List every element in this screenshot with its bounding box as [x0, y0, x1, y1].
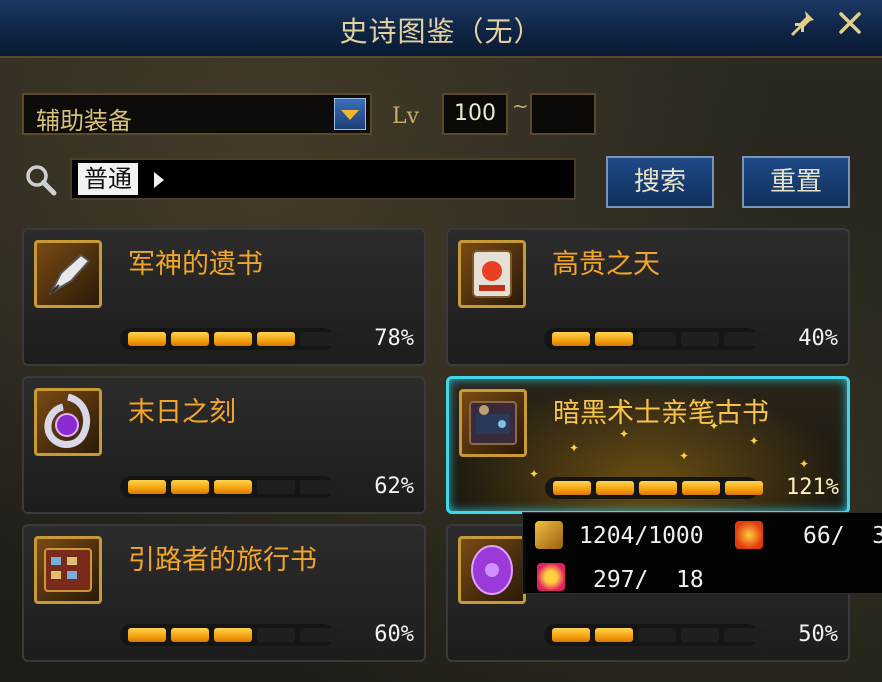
item-card[interactable]: 末日之刻 62% [22, 376, 426, 514]
category-value: 辅助装备 [36, 107, 132, 135]
progress-segment [300, 332, 338, 346]
progress-segment [681, 628, 719, 642]
pin-icon[interactable] [784, 8, 820, 44]
search-button[interactable]: 搜索 [606, 156, 714, 208]
item-progress-text: 121% [786, 475, 839, 500]
sparkle: ✦ [749, 434, 760, 448]
level-separator: ~ [512, 94, 529, 118]
item-progress-bar [120, 328, 338, 350]
category-dropdown[interactable]: 辅助装备 [22, 93, 372, 135]
sparkle: ✦ [619, 427, 630, 441]
material-tooltip: 1204/1000 66/ 3 297/ 18 [522, 512, 882, 594]
item-progress-bar [544, 624, 762, 646]
autocomplete-marker [154, 172, 164, 188]
progress-segment [171, 332, 209, 346]
window-title: 史诗图鉴（无） [339, 15, 543, 48]
progress-segment [639, 481, 677, 495]
item-card[interactable]: 军神的遗书 78% [22, 228, 426, 366]
item-progress-bar [120, 624, 338, 646]
progress-segment [214, 332, 252, 346]
search-icon [24, 163, 58, 197]
chevron-down-icon[interactable] [334, 98, 366, 130]
red-card-icon [458, 240, 526, 308]
item-card[interactable]: 引路者的旅行书 60% [22, 524, 426, 662]
progress-segment [552, 628, 590, 642]
progress-segment [553, 481, 591, 495]
close-icon[interactable] [832, 8, 868, 44]
progress-segment [638, 628, 676, 642]
search-input-value: 普通 [78, 163, 138, 195]
progress-segment [682, 481, 720, 495]
item-name: 军神的遗书 [128, 249, 263, 280]
level-min-input[interactable]: 100 [442, 93, 508, 135]
level-label: Lv [392, 104, 420, 129]
red-flame-icon [735, 521, 763, 549]
item-progress-text: 62% [374, 474, 414, 499]
progress-segment [300, 628, 338, 642]
tooltip-value: 297/ 18 [593, 567, 704, 593]
level-max-input[interactable] [530, 93, 596, 135]
item-name: 末日之刻 [128, 397, 236, 428]
item-progress-text: 50% [798, 622, 838, 647]
item-name: 高贵之天 [552, 249, 660, 280]
progress-segment [724, 628, 762, 642]
item-progress-text: 60% [374, 622, 414, 647]
purple-stone-icon [458, 536, 526, 604]
gold-wings-icon [535, 521, 563, 549]
item-name: 引路者的旅行书 [128, 545, 317, 576]
progress-segment [724, 332, 762, 346]
item-card[interactable]: 高贵之天 40% [446, 228, 850, 366]
progress-segment [214, 628, 252, 642]
search-input[interactable]: 普通 [70, 158, 576, 200]
travel-book-icon [34, 536, 102, 604]
item-progress-bar [544, 328, 762, 350]
title-bar: 史诗图鉴（无） [0, 0, 882, 58]
progress-segment [128, 480, 166, 494]
progress-segment [638, 332, 676, 346]
item-name: 暗黑术士亲笔古书 [553, 398, 769, 429]
sparkle: ✦ [569, 441, 580, 455]
sparkle: ✦ [799, 457, 810, 471]
progress-segment [300, 480, 338, 494]
progress-segment [214, 480, 252, 494]
progress-segment [595, 628, 633, 642]
progress-segment [171, 480, 209, 494]
tooltip-value: 66/ 3 [803, 523, 882, 549]
sparkle: ✦ [679, 449, 690, 463]
progress-segment [257, 480, 295, 494]
progress-segment [257, 628, 295, 642]
progress-segment [257, 332, 295, 346]
sparkle: ✦ [709, 419, 720, 433]
progress-segment [171, 628, 209, 642]
golden-pen-icon [34, 240, 102, 308]
sparkle: ✦ [529, 467, 540, 481]
progress-segment [595, 332, 633, 346]
purple-gem-icon [34, 388, 102, 456]
item-progress-bar [120, 476, 338, 498]
item-card-selected[interactable]: 暗黑术士亲笔古书 ✦ ✦ ✦ ✦ ✦ ✦ ✦ 121% [446, 376, 850, 514]
reset-button[interactable]: 重置 [742, 156, 850, 208]
progress-segment [596, 481, 634, 495]
tooltip-value: 1204/1000 [579, 523, 704, 549]
progress-segment [681, 332, 719, 346]
progress-segment [128, 628, 166, 642]
red-orb-icon [537, 563, 565, 591]
progress-segment [725, 481, 763, 495]
progress-segment [128, 332, 166, 346]
item-progress-text: 78% [374, 326, 414, 351]
item-progress-bar [545, 477, 763, 499]
item-progress-text: 40% [798, 326, 838, 351]
dark-book-icon [459, 389, 527, 457]
progress-segment [552, 332, 590, 346]
